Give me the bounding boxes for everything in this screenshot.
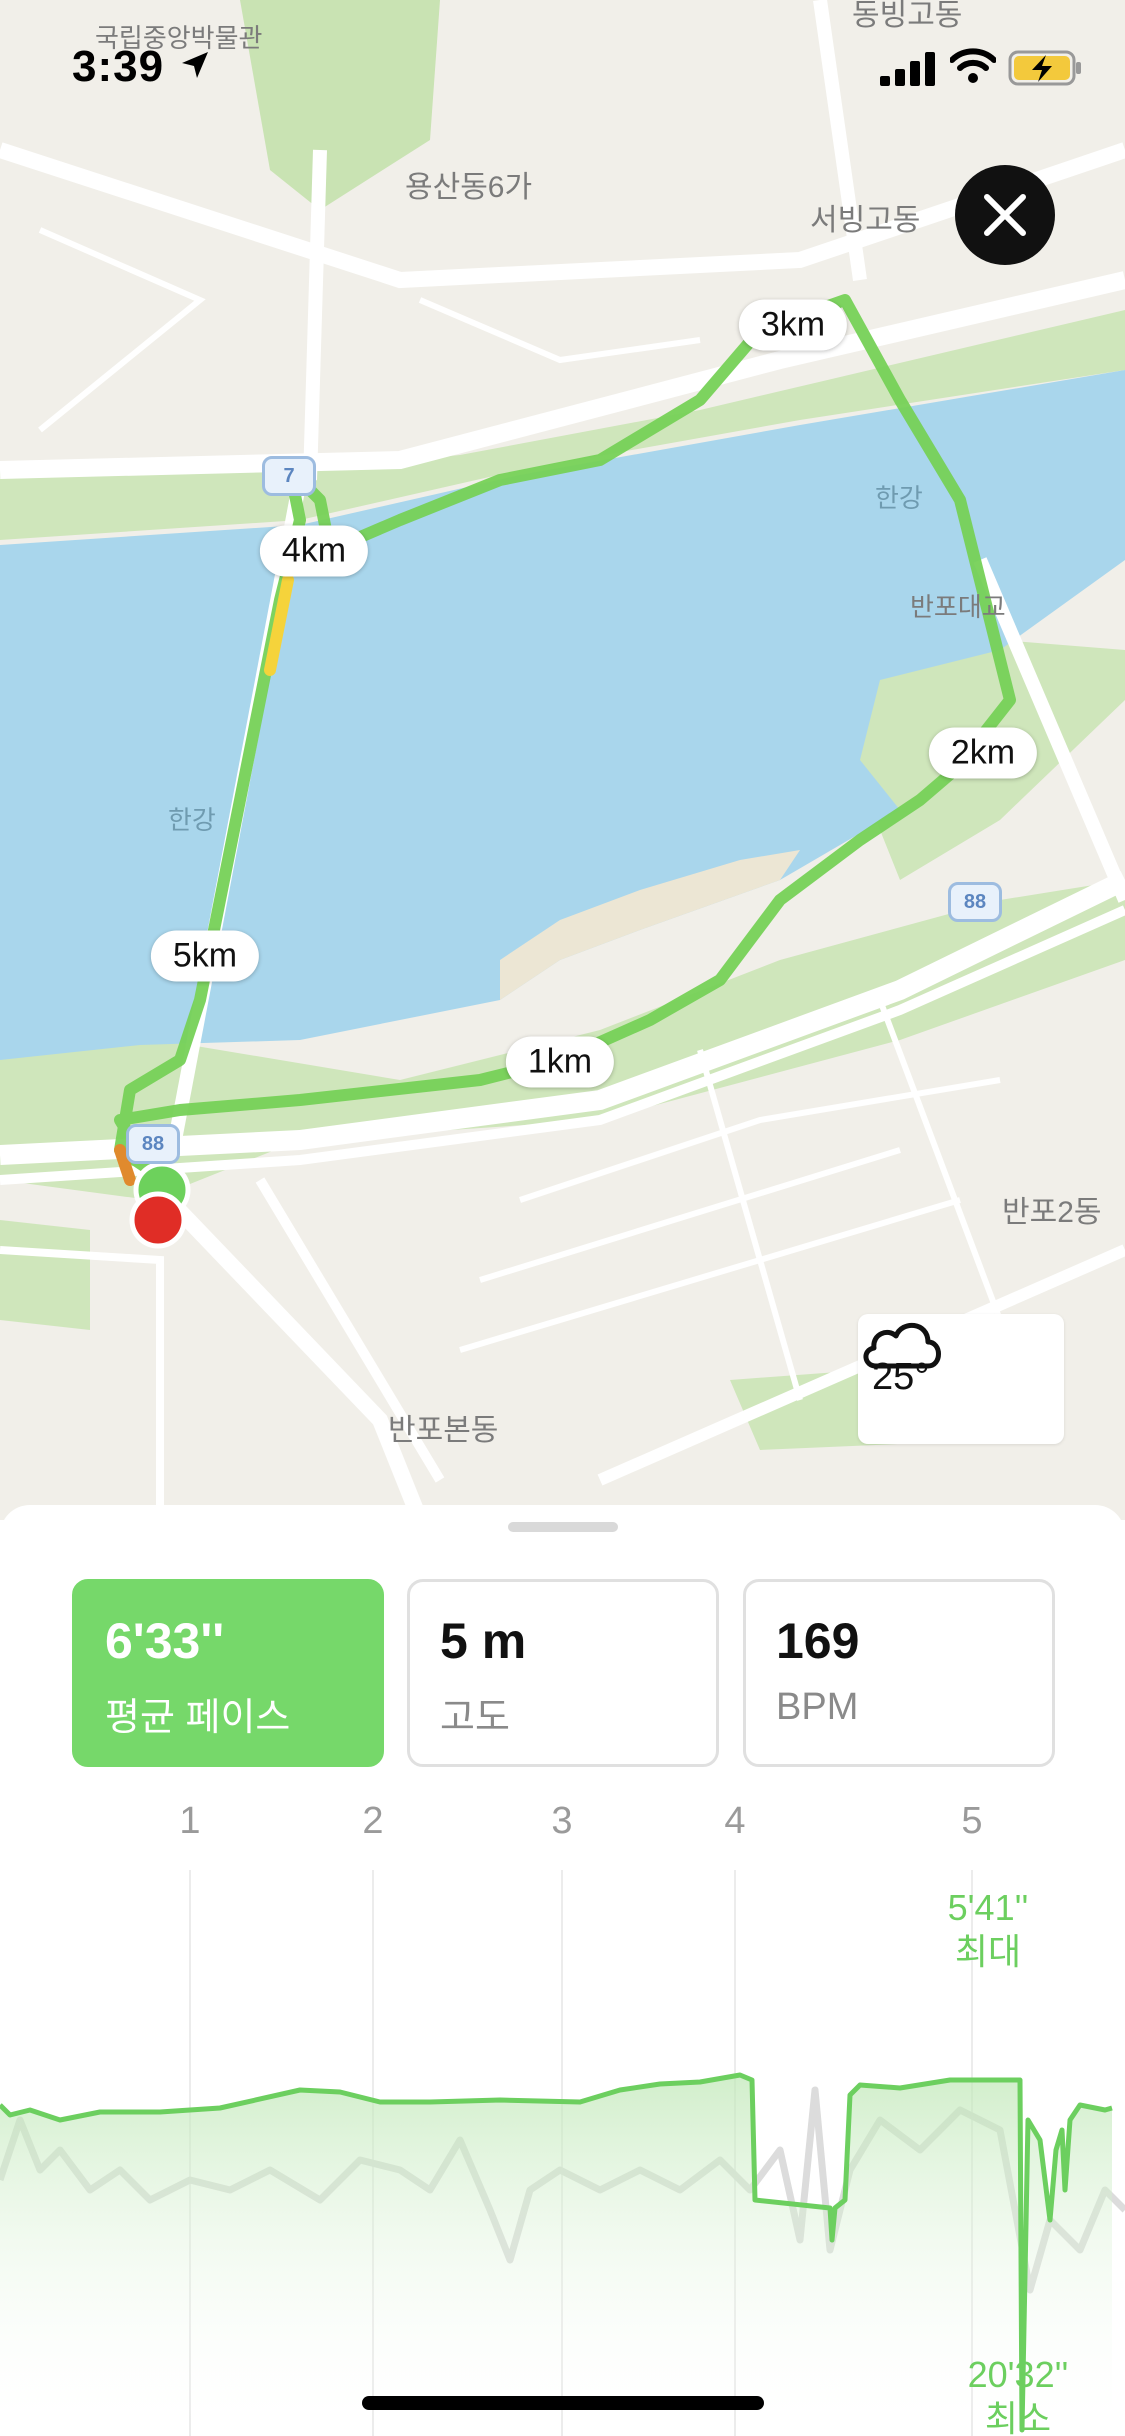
map-label-hangang-west: 한강 — [168, 805, 216, 835]
map-label-seobinggo: 서빙고동 — [810, 204, 921, 237]
workout-detail-sheet[interactable]: 6'33'' 평균 페이스 5 m 고도 169 BPM 1 2 3 4 5 5… — [0, 1505, 1125, 2436]
weather-card: 25° — [858, 1314, 1064, 1444]
cloud-icon — [863, 1323, 941, 1369]
route-sign-7: 7 — [262, 456, 316, 496]
distance-marker-4km: 4km — [259, 525, 369, 577]
map-label-yongsan: 용산동6가 — [405, 171, 533, 204]
cellular-signal-icon — [880, 52, 935, 86]
metric-label-pace: 평균 페이스 — [105, 1697, 291, 1739]
map-label-banpo2: 반포2동 — [1002, 1196, 1102, 1229]
metric-card-heart-rate[interactable]: 169 BPM — [743, 1579, 1055, 1767]
metric-value-elevation: 5 m — [440, 1613, 527, 1669]
map-label-banpo-bridge: 반포대교 — [910, 592, 1006, 622]
distance-marker-3km: 3km — [738, 299, 848, 351]
map-label-hangang-east: 한강 — [875, 483, 923, 513]
route-sign-88-west: 88 — [126, 1124, 180, 1164]
max-pace-annotation: 5'41'' 최대 — [948, 1886, 1029, 1974]
close-icon — [984, 194, 1026, 236]
metric-value-pace: 6'33'' — [105, 1613, 225, 1669]
location-arrow-icon — [182, 52, 208, 78]
distance-marker-5km: 5km — [150, 930, 260, 982]
metric-label-heart-rate: BPM — [776, 1686, 859, 1728]
status-bar: 3:39 — [0, 0, 1125, 130]
metric-card-pace[interactable]: 6'33'' 평균 페이스 — [72, 1579, 384, 1767]
min-pace-annotation: 20'32'' 최소 — [968, 2353, 1069, 2436]
metric-value-heart-rate: 169 — [776, 1613, 860, 1669]
end-marker — [129, 1191, 187, 1249]
min-pace-label: 최소 — [984, 2398, 1052, 2436]
distance-marker-1km: 1km — [505, 1036, 615, 1088]
min-pace-value: 20'32'' — [967, 2354, 1069, 2395]
max-pace-value: 5'41'' — [947, 1887, 1029, 1928]
map-label-banpobon: 반포본동 — [388, 1414, 499, 1447]
close-button[interactable] — [955, 165, 1055, 265]
distance-marker-2km: 2km — [928, 727, 1038, 779]
home-indicator[interactable] — [362, 2396, 764, 2410]
pace-area — [0, 2075, 1112, 2436]
sheet-grabber[interactable] — [508, 1522, 618, 1532]
battery-charging-icon — [1008, 50, 1081, 86]
max-pace-label: 최대 — [954, 1931, 1022, 1972]
route-sign-88-east: 88 — [948, 882, 1002, 922]
metric-card-elevation[interactable]: 5 m 고도 — [407, 1579, 719, 1767]
status-time: 3:39 — [72, 42, 165, 91]
wifi-icon — [950, 48, 996, 83]
pace-chart[interactable]: 1 2 3 4 5 5'41'' 최대 20'32'' 최소 — [0, 1790, 1125, 2436]
metric-label-elevation: 고도 — [440, 1697, 510, 1739]
